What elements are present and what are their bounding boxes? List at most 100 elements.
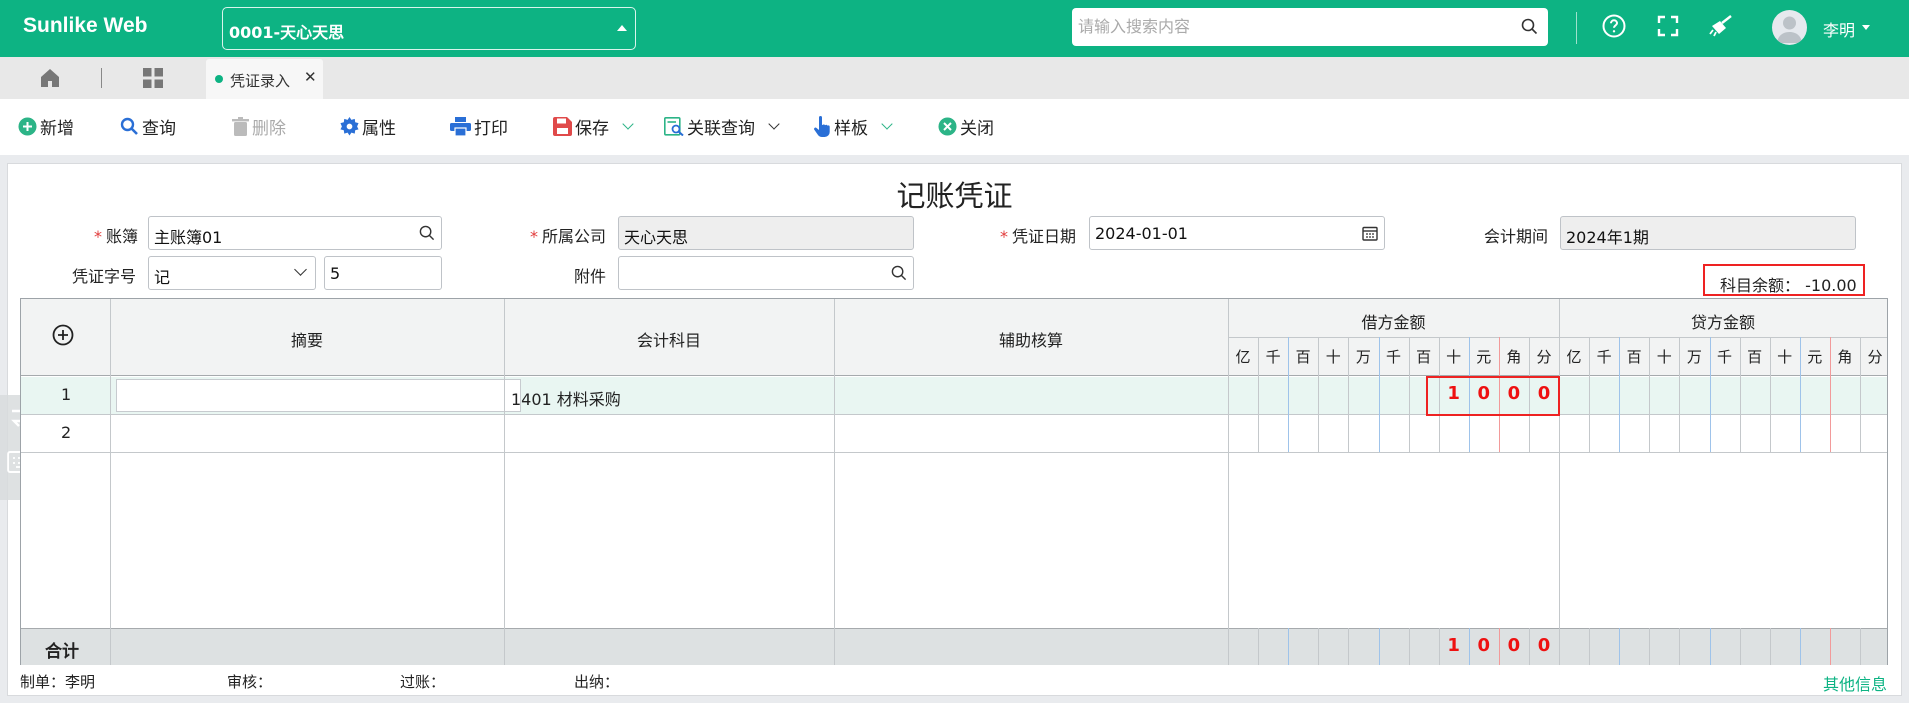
chevron-down-icon[interactable] (294, 263, 307, 276)
template-button[interactable]: 样板 (814, 114, 893, 139)
close-label: 关闭 (960, 118, 994, 139)
voucher-type-select[interactable]: 记 (148, 256, 316, 290)
close-icon[interactable]: ✕ (304, 68, 317, 86)
digit-unit-header: 亿 (1235, 348, 1251, 366)
company-field: 天心天思 (618, 216, 914, 250)
column-divider (504, 299, 505, 665)
digit-unit-header: 十 (1446, 348, 1462, 366)
close-circle-icon (938, 117, 957, 135)
digit-divider (1619, 337, 1620, 452)
attachment-field[interactable] (618, 256, 914, 290)
delete-button[interactable]: 删除 (232, 114, 286, 139)
tab-label: 凭证录入 (230, 72, 291, 90)
amount-digit: 0 (1477, 635, 1491, 656)
home-icon[interactable] (39, 67, 61, 89)
digit-divider (1258, 628, 1259, 665)
chevron-down-icon[interactable] (622, 117, 634, 130)
digit-unit-header: 千 (1385, 348, 1401, 366)
period-value: 2024年1期 (1566, 228, 1649, 247)
save-icon (553, 116, 572, 136)
digit-unit-header: 十 (1656, 348, 1672, 366)
voucher-number-field[interactable]: 5 (324, 256, 442, 290)
help-icon[interactable] (1602, 14, 1626, 38)
query-button[interactable]: 查询 (120, 114, 176, 139)
digit-unit-header: 百 (1747, 348, 1763, 366)
properties-button[interactable]: 属性 (340, 114, 396, 139)
subject-cell[interactable]: 1401 材料采购 (511, 386, 621, 410)
digit-unit-header: 万 (1686, 348, 1702, 366)
clear-cache-icon[interactable] (1709, 14, 1735, 38)
fullscreen-icon[interactable] (1656, 14, 1680, 38)
gear-icon (340, 116, 359, 136)
digit-divider (1379, 337, 1380, 452)
plus-circle-icon (18, 117, 37, 135)
print-button[interactable]: 打印 (450, 114, 508, 139)
search-icon[interactable] (1521, 18, 1538, 35)
search-icon (120, 117, 138, 135)
printer-icon (450, 116, 471, 136)
amount-digit: 0 (1537, 635, 1551, 656)
voucher-number-value: 5 (330, 264, 341, 283)
template-label: 样板 (834, 118, 868, 139)
org-selector[interactable]: 0001-天心天思 (222, 7, 636, 50)
balance-value: -10.00 (1805, 276, 1857, 295)
global-search[interactable] (1072, 8, 1548, 46)
summary-input[interactable] (116, 379, 521, 412)
brand-logo: Sunlike Web (23, 14, 148, 37)
company-label: * 所属公司 (529, 227, 606, 246)
save-button[interactable]: 保存 (553, 114, 634, 139)
total-row: 合计 (21, 628, 1887, 665)
user-name[interactable]: 李明 (1823, 17, 1855, 41)
row-number: 2 (61, 423, 72, 442)
tab-bar: 凭证录入 ✕ (0, 57, 1909, 99)
digit-divider (1800, 337, 1801, 452)
voucher-date-value: 2024-01-01 (1095, 224, 1188, 243)
new-button[interactable]: 新增 (18, 114, 74, 139)
digit-unit-header: 百 (1295, 348, 1311, 366)
row-number: 1 (61, 385, 72, 404)
avatar[interactable] (1772, 10, 1807, 45)
digit-unit-header: 分 (1867, 348, 1883, 366)
digit-unit-header: 千 (1265, 348, 1281, 366)
digit-unit-header: 万 (1355, 348, 1371, 366)
divider (101, 68, 102, 88)
related-query-button[interactable]: 关联查询 (664, 114, 780, 139)
apps-grid-icon[interactable] (142, 67, 164, 89)
properties-label: 属性 (362, 118, 396, 139)
chevron-down-icon[interactable] (768, 117, 780, 130)
trash-icon (232, 116, 249, 136)
top-bar: Sunlike Web 0001-天心天思 李明 (0, 0, 1909, 57)
digit-divider (1589, 337, 1590, 452)
divider (1576, 12, 1577, 44)
digit-unit-header: 分 (1536, 348, 1552, 366)
delete-label: 删除 (252, 118, 286, 139)
close-button[interactable]: 关闭 (938, 114, 994, 139)
ledger-label: * 账簿 (93, 227, 138, 246)
search-icon[interactable] (891, 265, 907, 281)
chevron-down-icon[interactable] (881, 117, 893, 130)
hand-pointer-icon (814, 115, 830, 137)
search-input[interactable] (1072, 8, 1502, 44)
maker-info: 制单：李明 (20, 673, 96, 691)
digit-divider (1770, 337, 1771, 452)
other-info-link[interactable]: 其他信息 (1823, 671, 1887, 695)
digit-divider (1318, 628, 1319, 665)
chevron-down-icon[interactable] (1862, 25, 1870, 30)
digit-divider (1800, 628, 1801, 665)
voucher-date-field[interactable]: 2024-01-01 (1089, 216, 1385, 250)
add-row-icon[interactable] (52, 324, 74, 346)
org-selector-value: 0001-天心天思 (229, 23, 345, 42)
digit-divider (1409, 628, 1410, 665)
calendar-icon[interactable] (1362, 225, 1378, 241)
digit-divider (1649, 628, 1650, 665)
col-summary: 摘要 (290, 331, 323, 350)
col-debit: 借方金额 (1361, 313, 1426, 332)
digit-divider (1348, 628, 1349, 665)
attachment-label: 附件 (573, 267, 606, 286)
digit-divider (1740, 628, 1741, 665)
total-label: 合计 (45, 642, 79, 662)
digit-divider (1770, 628, 1771, 665)
tab-voucher-entry[interactable]: 凭证录入 ✕ (206, 59, 323, 99)
ledger-field[interactable]: 主账簿01 (148, 216, 442, 250)
search-icon[interactable] (419, 225, 435, 241)
